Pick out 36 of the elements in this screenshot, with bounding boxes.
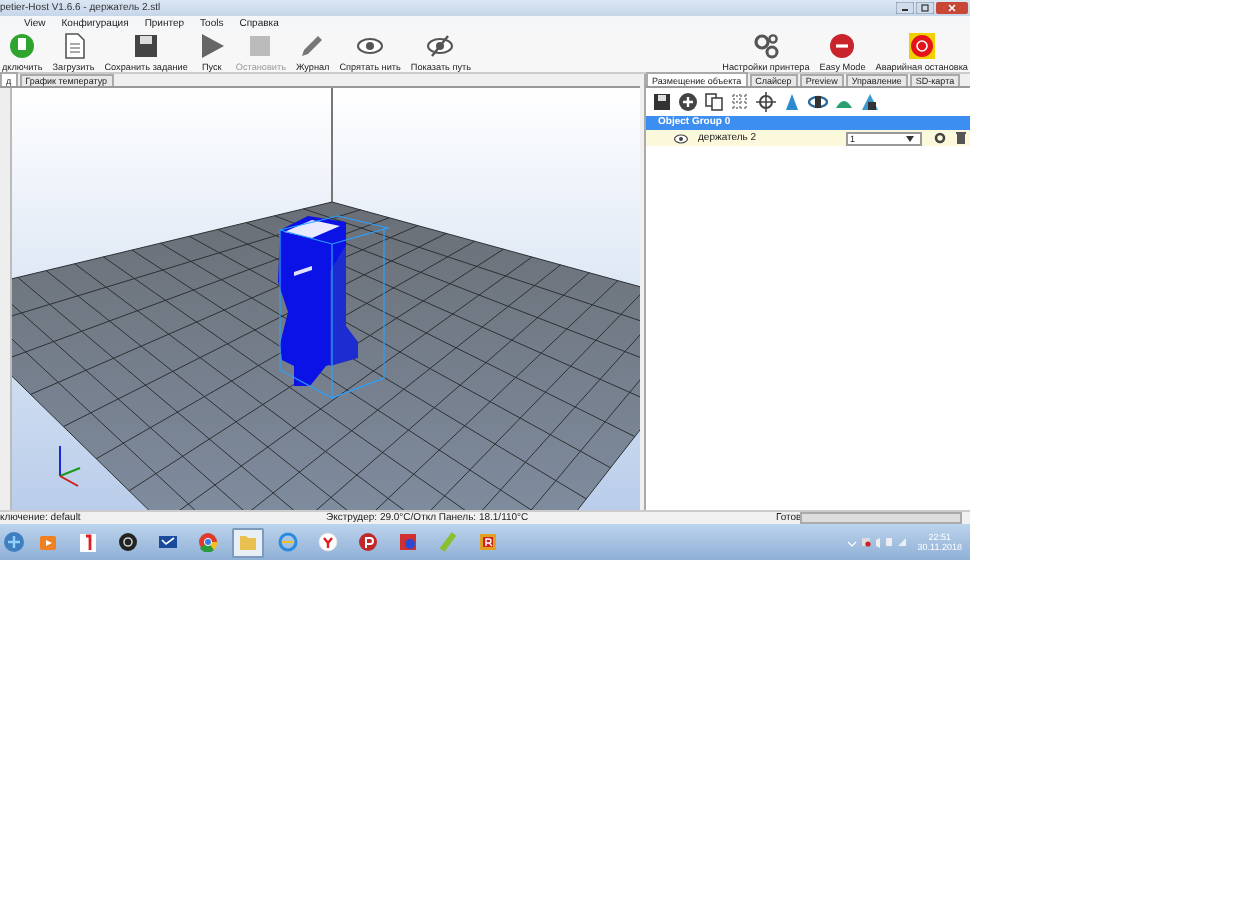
stop-icon — [246, 32, 275, 60]
grid-icon — [730, 92, 750, 112]
rotate-icon — [808, 92, 828, 112]
trash-icon[interactable] — [956, 132, 966, 144]
settings-icon[interactable] — [934, 132, 946, 144]
app-icon — [478, 532, 498, 552]
start-button[interactable] — [4, 532, 24, 552]
close-button[interactable] — [936, 2, 968, 14]
axes-icon — [59, 445, 81, 487]
app-icon — [358, 532, 378, 552]
toolbar-icon-button[interactable] — [756, 92, 776, 112]
toolbar-icon-button[interactable] — [652, 92, 672, 112]
crosshair-icon — [756, 92, 776, 112]
taskbar-app-button[interactable] — [312, 527, 344, 557]
toolbar-icon-button[interactable] — [808, 92, 828, 112]
toolbar-icon-button[interactable] — [704, 92, 724, 112]
app-icon — [238, 532, 258, 552]
app-icon — [438, 532, 458, 552]
app-icon — [78, 532, 98, 552]
app-icon — [38, 532, 58, 552]
gears-icon — [751, 32, 780, 60]
app-icon — [198, 532, 218, 552]
tray-icons-drawing[interactable] — [845, 536, 906, 548]
minimize-button[interactable] — [896, 2, 914, 14]
copy-icon — [704, 92, 724, 112]
eye-icon[interactable] — [674, 133, 688, 143]
vertical-axis-line — [331, 88, 333, 203]
caret-icon — [906, 135, 914, 141]
3d-viewport[interactable] — [12, 88, 640, 510]
app-icon — [158, 532, 178, 552]
app-icon — [278, 532, 298, 552]
app-icon — [398, 532, 418, 552]
app-icon — [318, 532, 338, 552]
cone-icon — [782, 92, 802, 112]
add-icon — [678, 92, 698, 112]
app-icon — [118, 532, 138, 552]
